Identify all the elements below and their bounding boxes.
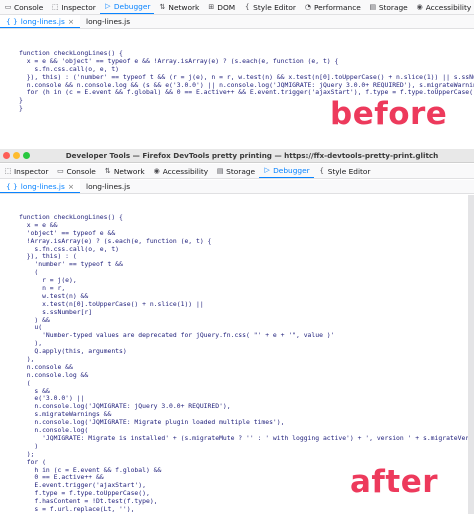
- tool-tab-label: Network: [168, 2, 200, 12]
- code-line: (: [19, 378, 31, 387]
- accessibility-icon: ◉: [416, 3, 423, 11]
- tool-tab-label: Debugger: [113, 1, 151, 11]
- inspector-icon: ⬚: [4, 167, 12, 175]
- before-label: before: [330, 96, 448, 132]
- pretty-print-braces-icon: { }: [6, 16, 18, 26]
- source-file-tab[interactable]: { } long-lines.js ×: [0, 180, 81, 193]
- console-icon: ▭: [4, 3, 12, 11]
- debugger-icon: ▷: [105, 2, 111, 10]
- tool-tab-label: Inspector: [61, 2, 96, 12]
- minimize-window-icon[interactable]: [13, 152, 20, 159]
- after-devtools-toolbar: ⬚ Inspector ▭ Console ⇅ Network ◉ Accessibility…: [0, 164, 474, 179]
- tool-tab-label: Console: [14, 2, 44, 12]
- dom-icon: ⊞: [208, 3, 215, 11]
- inspector-icon: ⬚: [52, 3, 59, 11]
- after-editor-scrollbar[interactable]: [468, 195, 474, 514]
- source-file-tab[interactable]: { } long-lines.js ×: [0, 15, 81, 28]
- source-file-tab-label: long-lines.js: [86, 181, 131, 191]
- code-line: ): [19, 441, 39, 450]
- source-file-tab[interactable]: long-lines.js: [80, 15, 136, 28]
- tool-tab-style-editor[interactable]: {Style Editor: [239, 0, 300, 14]
- before-devtools-toolbar: ▭ Console ⬚ Inspector ▷ Debugger ⇅ Network ⊞ DOM{…: [0, 0, 474, 15]
- tool-tab-storage[interactable]: ▤ Storage: [212, 164, 259, 178]
- pretty-print-braces-icon: { }: [6, 181, 18, 191]
- tool-tab-debugger[interactable]: ▷ Debugger: [99, 0, 155, 14]
- tool-tab-label: DOM: [217, 2, 236, 12]
- source-file-tab-label: long-lines.js: [86, 16, 131, 26]
- code-line: );: [19, 449, 35, 458]
- close-tab-icon[interactable]: ×: [68, 182, 74, 191]
- console-icon: ▭: [57, 167, 64, 175]
- code-line: Q.apply(this, arguments): [19, 347, 127, 356]
- window-titlebar: Developer Tools — Firefox DevTools prett…: [0, 149, 474, 163]
- tool-tab-label: Accessibility: [162, 166, 209, 176]
- tool-tab-label: Debugger: [273, 165, 310, 175]
- tool-tab-network[interactable]: ⇅ Network: [154, 0, 203, 14]
- tool-tab-inspector[interactable]: ⬚ Inspector: [47, 0, 99, 14]
- tool-tab-label: Storage: [226, 166, 256, 176]
- code-line: ) &&: [19, 315, 50, 324]
- tool-tab-storage[interactable]: ▤ Storage: [365, 0, 412, 14]
- style-editor-icon: {: [319, 167, 324, 175]
- source-file-tab[interactable]: long-lines.js: [80, 180, 136, 193]
- tool-tab-network[interactable]: ⇅ Network: [100, 164, 149, 178]
- code-line: 'JQMIGRATE: Migrate is installed' + (s.m…: [19, 433, 474, 442]
- close-tab-icon[interactable]: ×: [68, 17, 74, 26]
- tool-tab-dom[interactable]: ⊞ DOM: [203, 0, 239, 14]
- code-line: n.console.log &&: [19, 370, 89, 379]
- tool-tab-label: Style Editor: [327, 166, 371, 176]
- tool-tab-label: Storage: [378, 2, 408, 12]
- tool-tab-console[interactable]: ▭ Console: [0, 0, 47, 14]
- tool-tab-label: Console: [66, 166, 96, 176]
- before-source-tabs: { } long-lines.js × long-lines.js: [0, 15, 474, 29]
- source-file-tab-label: long-lines.js: [20, 181, 65, 191]
- code-line: s.ssNumber[r]: [19, 307, 93, 316]
- window-title: Developer Tools — Firefox DevTools prett…: [65, 151, 439, 160]
- tool-tab-inspector[interactable]: ⬚ Inspector: [0, 164, 52, 178]
- close-window-icon[interactable]: [3, 152, 10, 159]
- window-controls: [0, 152, 30, 159]
- style-editor-icon: {: [244, 3, 250, 11]
- tool-tab-label: Inspector: [14, 166, 49, 176]
- tool-tab-label: Style Editor: [253, 2, 296, 12]
- code-line: function checkLongLines() {: [19, 213, 123, 221]
- tool-tab-accessibility[interactable]: ◉ Accessibility: [149, 164, 212, 178]
- maximize-window-icon[interactable]: [23, 152, 30, 159]
- after-label: after: [350, 464, 439, 500]
- code-line: 'number' == typeof t &&: [19, 260, 123, 269]
- after-source-tabs: { } long-lines.js × long-lines.js: [0, 180, 474, 194]
- tool-tab-label: Performance: [313, 2, 361, 12]
- tool-tab-style-editor[interactable]: {Style Editor: [314, 164, 375, 178]
- source-file-tab-label: long-lines.js: [20, 16, 65, 26]
- storage-icon: ▤: [216, 167, 224, 175]
- tool-tab-accessibility[interactable]: ◉ Accessibility: [412, 0, 474, 14]
- storage-icon: ▤: [369, 3, 377, 11]
- tool-tab-label: Accessibility: [425, 2, 472, 12]
- debugger-icon: ▷: [264, 166, 270, 174]
- tool-tab-debugger[interactable]: ▷ Debugger: [259, 164, 314, 178]
- code-line: 'Number-typed values are deprecated for …: [19, 331, 335, 340]
- network-icon: ⇅: [159, 3, 166, 11]
- tool-tab-console[interactable]: ▭ Console: [52, 164, 99, 178]
- accessibility-icon: ◉: [153, 167, 160, 175]
- tool-tab-label: Network: [113, 166, 145, 176]
- code-line: r = j(e),: [19, 276, 77, 285]
- network-icon: ⇅: [104, 167, 111, 175]
- performance-icon: ◔: [304, 3, 312, 11]
- tool-tab-performance[interactable]: ◔ Performance: [300, 0, 365, 14]
